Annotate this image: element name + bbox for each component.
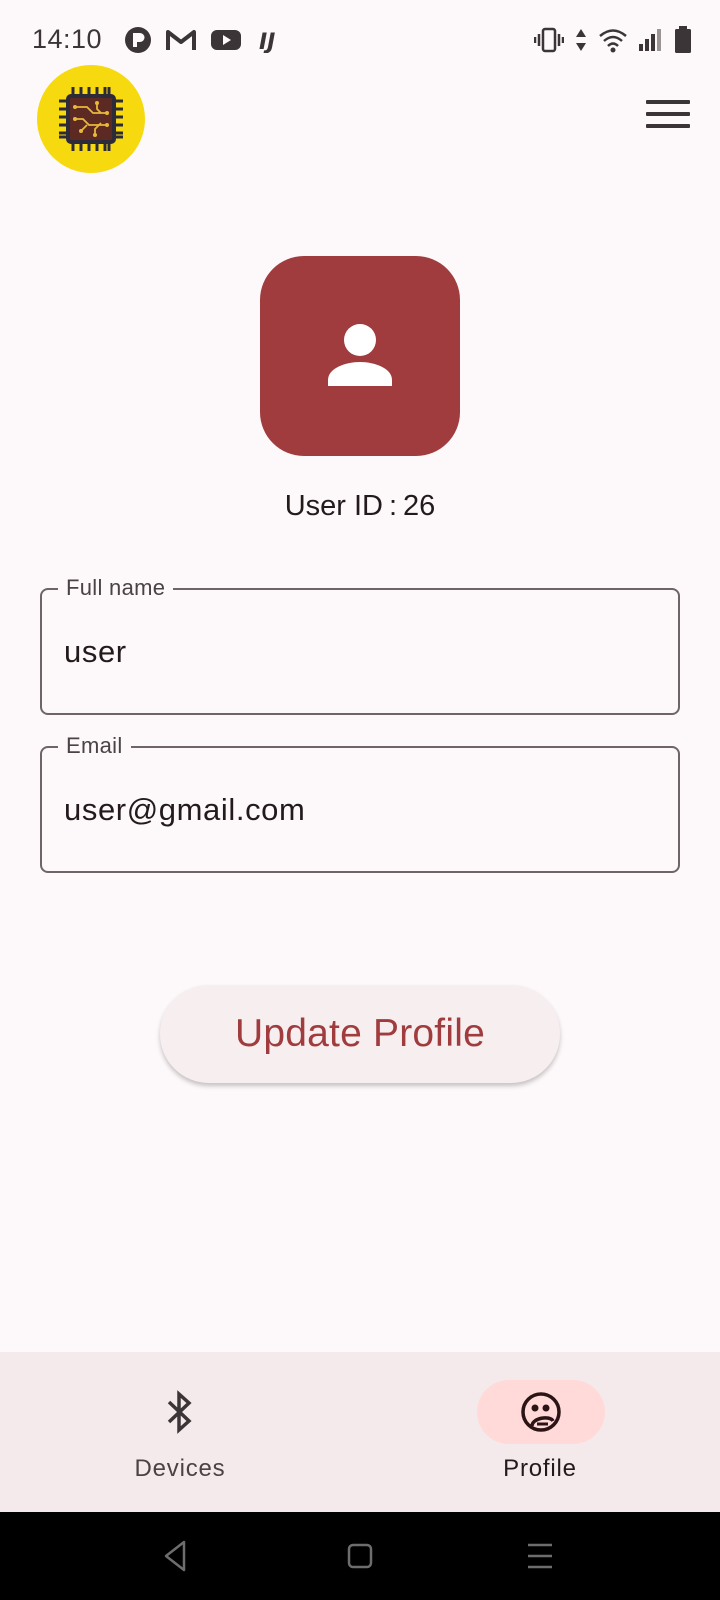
face-profile-icon xyxy=(521,1392,561,1432)
recents-icon[interactable] xyxy=(524,1534,556,1578)
status-notification-icons: IJ xyxy=(124,26,282,54)
status-system-icons xyxy=(534,26,692,54)
vibrate-icon xyxy=(534,27,564,53)
bottom-navigation: Devices Profile xyxy=(0,1352,720,1512)
user-id-value: 26 xyxy=(403,490,436,522)
app-logo xyxy=(37,65,145,173)
home-icon[interactable] xyxy=(344,1534,376,1578)
status-time: 14:10 xyxy=(32,24,103,54)
nav-devices-indicator xyxy=(116,1380,244,1444)
full-name-input[interactable] xyxy=(64,634,654,670)
data-arrows-icon xyxy=(576,29,586,51)
full-name-label: Full name xyxy=(58,575,174,601)
intellij-icon: IJ xyxy=(259,30,275,53)
user-id-text: User ID:26 xyxy=(0,490,720,523)
email-label: Email xyxy=(58,733,131,759)
user-id-separator: : xyxy=(388,490,398,522)
nav-item-profile[interactable]: Profile xyxy=(360,1352,720,1512)
email-input[interactable] xyxy=(64,792,654,828)
bluetooth-icon xyxy=(167,1390,192,1434)
menu-button[interactable] xyxy=(646,100,690,136)
notification-r-icon xyxy=(125,27,151,53)
nav-devices-label: Devices xyxy=(134,1455,226,1482)
update-profile-button[interactable]: Update Profile xyxy=(160,985,560,1083)
youtube-icon xyxy=(211,30,241,50)
signal-icon xyxy=(639,29,661,51)
gmail-icon xyxy=(166,30,196,50)
profile-avatar xyxy=(260,256,460,456)
email-field[interactable]: Email xyxy=(40,733,680,873)
nav-item-devices[interactable]: Devices xyxy=(0,1352,360,1512)
nav-profile-label: Profile xyxy=(503,1455,577,1482)
wifi-icon xyxy=(599,29,627,53)
svg-text:IJ: IJ xyxy=(259,30,275,53)
full-name-field[interactable]: Full name xyxy=(40,575,680,715)
back-icon[interactable] xyxy=(160,1534,192,1578)
circuit-chip-icon xyxy=(59,87,123,151)
battery-icon xyxy=(675,26,691,53)
nav-profile-indicator xyxy=(477,1380,605,1444)
user-id-label: User ID xyxy=(284,490,383,522)
hamburger-menu-icon xyxy=(646,100,690,104)
person-icon xyxy=(328,324,392,386)
system-navigation-bar xyxy=(0,1512,720,1600)
